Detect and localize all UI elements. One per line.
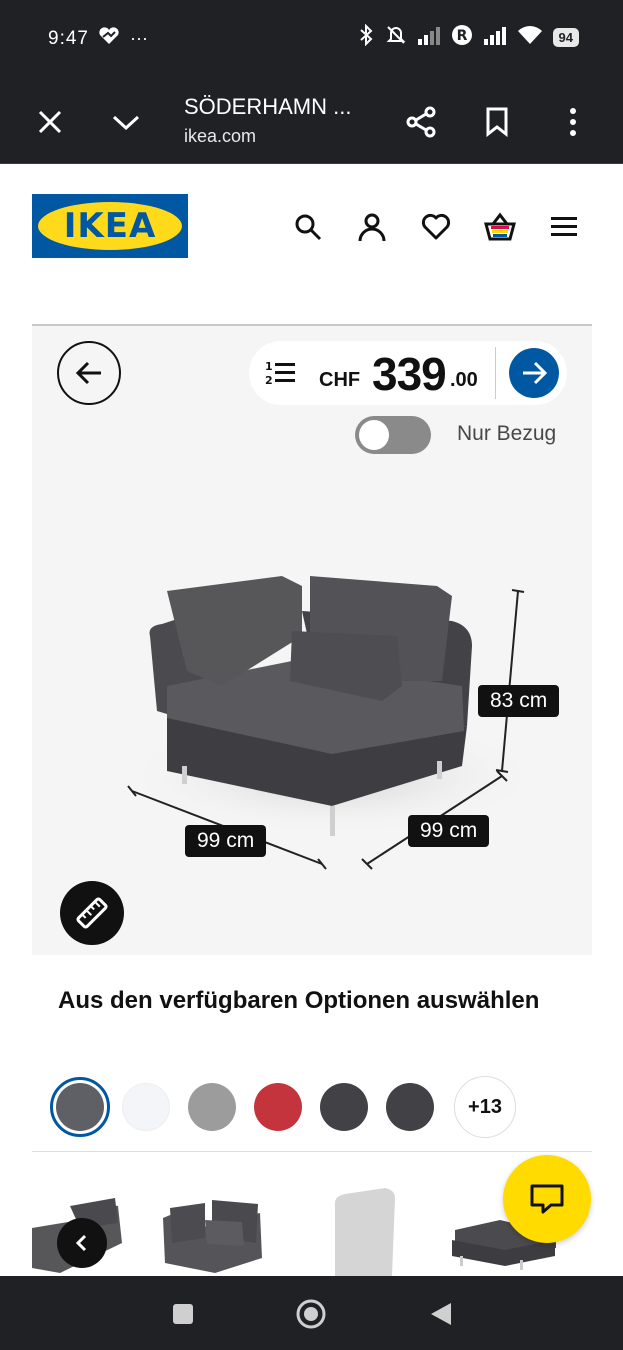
more-options-button[interactable] xyxy=(549,98,597,146)
numbered-list-icon[interactable]: 12 xyxy=(265,359,297,392)
back-nav-button[interactable] xyxy=(421,1294,461,1334)
heart-icon xyxy=(421,213,451,240)
height-dimension-label: 83 cm xyxy=(478,685,560,717)
user-icon xyxy=(358,213,386,242)
svg-text:1: 1 xyxy=(265,360,273,373)
signal-icon-2 xyxy=(483,25,507,50)
product-configurator-viewer: 12 CHF 339 .00 Nur Bezug 83 cm 99 cm 99 … xyxy=(32,324,592,955)
swatch-6[interactable] xyxy=(386,1083,434,1131)
browser-toolbar: SÖDERHAMN ... ikea.com xyxy=(0,80,623,164)
chat-bubble-icon xyxy=(530,1184,564,1214)
more-vertical-icon xyxy=(570,108,576,136)
options-heading: Aus den verfügbaren Optionen auswählen xyxy=(58,987,540,1014)
ikea-logo[interactable]: IKEA xyxy=(32,194,188,258)
bookmark-icon xyxy=(486,107,508,137)
close-icon xyxy=(38,110,62,134)
arrow-left-icon xyxy=(75,361,101,385)
cover-only-label: Nur Bezug xyxy=(457,422,557,445)
chat-support-button[interactable] xyxy=(503,1155,591,1243)
search-icon xyxy=(295,214,322,241)
bookmark-button[interactable] xyxy=(473,98,521,146)
swatch-2[interactable] xyxy=(122,1083,170,1131)
cart-button[interactable] xyxy=(481,208,519,246)
price-summary-pill: 12 CHF 339 .00 xyxy=(249,341,567,405)
shopping-basket-icon xyxy=(484,212,516,241)
share-button[interactable] xyxy=(397,98,445,146)
swatch-5[interactable] xyxy=(320,1083,368,1131)
swatch-3[interactable] xyxy=(188,1083,236,1131)
price-currency: CHF xyxy=(319,369,361,391)
mute-icon xyxy=(385,24,407,51)
battery-indicator: 94 xyxy=(552,28,579,47)
continue-button[interactable] xyxy=(509,348,559,398)
pill-divider xyxy=(495,347,496,399)
status-time: 9:47 xyxy=(48,28,89,49)
measurements-toggle-button[interactable] xyxy=(60,881,124,945)
page-url: ikea.com xyxy=(184,126,257,146)
logo-text: IKEA xyxy=(63,206,157,246)
svg-text:R: R xyxy=(456,28,467,44)
minimize-button[interactable] xyxy=(102,98,150,146)
bluetooth-icon xyxy=(357,23,375,51)
page-title: SÖDERHAMN ... xyxy=(184,94,352,119)
recents-button[interactable] xyxy=(163,1294,203,1334)
swatch-4[interactable] xyxy=(254,1083,302,1131)
ruler-icon xyxy=(76,897,108,929)
price-integer: 339 xyxy=(372,348,447,400)
system-navigation-bar xyxy=(0,1276,623,1350)
favourites-button[interactable] xyxy=(417,208,455,246)
share-icon xyxy=(406,106,436,138)
carousel-previous-button[interactable] xyxy=(57,1218,107,1268)
more-notifications-dots: ··· xyxy=(130,28,148,48)
status-bar: 9:47 ··· R 94 xyxy=(0,0,623,80)
depth-dimension-label: 99 cm xyxy=(185,825,267,857)
site-header: IKEA xyxy=(0,164,623,284)
width-dimension-label: 99 cm xyxy=(408,815,490,847)
wifi-icon xyxy=(517,25,543,50)
roaming-r-icon: R xyxy=(451,24,473,51)
signal-icon xyxy=(417,25,441,50)
back-button[interactable] xyxy=(57,341,121,405)
close-tab-button[interactable] xyxy=(26,98,74,146)
menu-button[interactable] xyxy=(545,208,583,246)
recents-square-icon xyxy=(173,1304,193,1324)
back-triangle-icon xyxy=(431,1303,451,1325)
cover-only-toggle[interactable] xyxy=(355,416,431,454)
color-swatch-list: +13 xyxy=(50,1076,516,1138)
account-button[interactable] xyxy=(353,208,391,246)
chevron-down-icon xyxy=(112,115,140,131)
search-button[interactable] xyxy=(289,208,327,246)
chevron-left-icon xyxy=(75,1234,87,1252)
swatch-1[interactable] xyxy=(50,1077,110,1137)
heart-sync-icon xyxy=(98,27,120,50)
arrow-right-icon xyxy=(523,361,548,385)
section-divider xyxy=(32,1151,592,1152)
home-button[interactable] xyxy=(291,1294,331,1334)
toggle-knob xyxy=(359,420,389,450)
svg-text:2: 2 xyxy=(265,374,273,387)
more-colors-button[interactable]: +13 xyxy=(454,1076,516,1138)
hamburger-menu-icon xyxy=(551,217,577,236)
price-decimal: .00 xyxy=(450,369,478,391)
home-circle-icon xyxy=(296,1299,326,1329)
